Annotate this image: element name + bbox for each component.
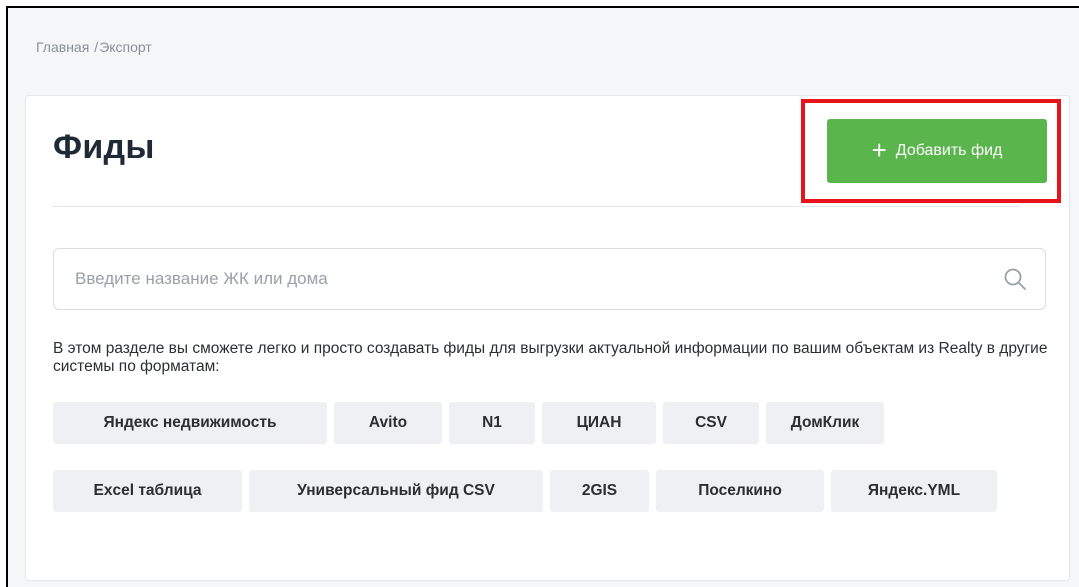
- add-feed-button-label: Добавить фид: [895, 142, 1003, 159]
- title-divider: [52, 206, 1020, 207]
- format-chip-poselkino[interactable]: Поселкино: [656, 470, 824, 512]
- format-chips-row-1: Яндекс недвижимость Avito N1 ЦИАН CSV До…: [53, 402, 884, 444]
- format-chip-yandex-yml[interactable]: Яндекс.YML: [831, 470, 997, 512]
- format-chip-universal-csv[interactable]: Универсальный фид CSV: [249, 470, 543, 512]
- page-title: Фиды: [53, 128, 155, 166]
- search-input[interactable]: [54, 249, 1045, 309]
- section-description: В этом разделе вы сможете легко и просто…: [53, 340, 1048, 375]
- breadcrumb-current: Экспорт: [99, 39, 152, 55]
- feeds-card: Фиды + Добавить фид В этом разделе вы см…: [25, 95, 1070, 581]
- plus-icon: +: [871, 134, 887, 165]
- breadcrumb-home-link[interactable]: Главная: [36, 39, 89, 55]
- search-icon[interactable]: [1003, 267, 1027, 291]
- format-chip-domclick[interactable]: ДомКлик: [766, 402, 884, 444]
- format-chip-n1[interactable]: N1: [449, 402, 535, 444]
- format-chip-excel[interactable]: Excel таблица: [53, 470, 242, 512]
- breadcrumb: Главная /Экспорт: [36, 39, 152, 55]
- format-chip-csv[interactable]: CSV: [663, 402, 759, 444]
- format-chip-avito[interactable]: Avito: [334, 402, 442, 444]
- format-chips-row-2: Excel таблица Универсальный фид CSV 2GIS…: [53, 470, 997, 512]
- format-chip-2gis[interactable]: 2GIS: [550, 470, 649, 512]
- add-feed-button[interactable]: + Добавить фид: [827, 119, 1047, 183]
- format-chip-cian[interactable]: ЦИАН: [542, 402, 656, 444]
- search-box: [53, 248, 1046, 310]
- breadcrumb-separator: /: [94, 39, 99, 55]
- format-chip-yandex-realty[interactable]: Яндекс недвижимость: [53, 402, 327, 444]
